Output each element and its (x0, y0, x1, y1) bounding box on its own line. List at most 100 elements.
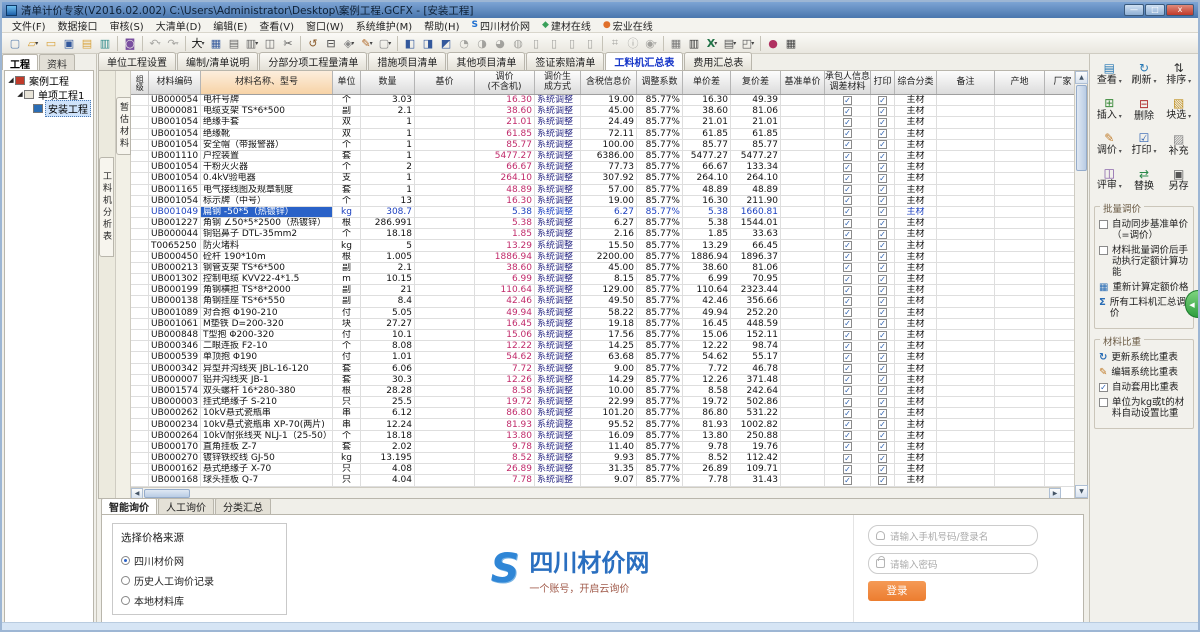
checkbox-print[interactable]: ✓ (878, 207, 887, 216)
cell-col8[interactable]: 24.49 (581, 117, 637, 127)
cell-col14[interactable]: ✓ (871, 263, 895, 273)
checkbox-contractor-adjust[interactable]: ✓ (843, 163, 852, 172)
horizontal-scroll-thumb[interactable] (144, 489, 190, 498)
cell-col18[interactable] (1045, 419, 1074, 429)
cell-col9[interactable]: 85.77% (637, 296, 683, 306)
minimize-button[interactable]: — (1124, 4, 1144, 16)
checkbox-print[interactable]: ✓ (878, 297, 887, 306)
cell-col15[interactable]: 主材 (895, 240, 937, 250)
cell-col9[interactable]: 85.77% (637, 252, 683, 262)
cell-col14[interactable]: ✓ (871, 252, 895, 262)
cell-col5[interactable] (415, 296, 475, 306)
cell-col3[interactable]: 串 (333, 408, 361, 418)
cell-col18[interactable] (1045, 308, 1074, 318)
cell-col16[interactable] (937, 442, 995, 452)
cell-col18[interactable] (1045, 274, 1074, 284)
cell-col11[interactable]: 98.74 (731, 341, 781, 351)
cell-col18[interactable] (1045, 240, 1074, 250)
cell-col18[interactable] (1045, 464, 1074, 474)
cell-col11[interactable]: 46.78 (731, 364, 781, 374)
cell-col11[interactable]: 242.64 (731, 386, 781, 396)
cell-col10[interactable]: 66.67 (683, 162, 731, 172)
cell-col5[interactable] (415, 285, 475, 295)
cell-col6[interactable]: 81.93 (475, 419, 535, 429)
cell-col11[interactable]: 55.17 (731, 352, 781, 362)
cell-col6[interactable]: 15.06 (475, 330, 535, 340)
cell-col1[interactable]: UB000003 (149, 397, 201, 407)
cell-col9[interactable]: 85.77% (637, 207, 683, 217)
checkbox-contractor-adjust[interactable]: ✓ (843, 263, 852, 272)
cell-col17[interactable] (995, 453, 1045, 463)
tab-编制/清单说明[interactable]: 编制/清单说明 (177, 52, 258, 70)
open-folder-icon[interactable]: ▱▾ (24, 35, 42, 52)
cell-col3[interactable]: 个 (333, 140, 361, 150)
cell-col16[interactable] (937, 431, 995, 441)
cell-col11[interactable]: 61.85 (731, 129, 781, 139)
cell-col10[interactable]: 8.58 (683, 386, 731, 396)
row-indicator-cell[interactable] (131, 375, 149, 385)
table-row[interactable]: UB00023410kV悬式瓷瓶串 XP-70(两片)串12.2481.93系统… (131, 419, 1074, 430)
cell-col12[interactable] (781, 319, 825, 329)
cell-col6[interactable]: 13.29 (475, 240, 535, 250)
cell-col15[interactable]: 主材 (895, 140, 937, 150)
checkbox-contractor-adjust[interactable]: ✓ (843, 342, 852, 351)
print-preview-icon[interactable]: ◰▾ (739, 35, 757, 52)
cell-col17[interactable] (995, 129, 1045, 139)
checkbox-contractor-adjust[interactable]: ✓ (843, 398, 852, 407)
tab-签证索赔清单[interactable]: 签证索赔清单 (526, 52, 604, 70)
row-indicator-cell[interactable] (131, 364, 149, 374)
cell-col17[interactable] (995, 419, 1045, 429)
cell-col4[interactable]: 10.15 (361, 274, 415, 284)
cell-col10[interactable]: 9.78 (683, 442, 731, 452)
row-indicator-cell[interactable] (131, 129, 149, 139)
checkbox-contractor-adjust[interactable]: ✓ (843, 219, 852, 228)
cell-col14[interactable]: ✓ (871, 207, 895, 217)
cell-col2[interactable]: 干粉灭火器 (201, 162, 333, 172)
cell-col14[interactable]: ✓ (871, 330, 895, 340)
cell-col15[interactable]: 主材 (895, 296, 937, 306)
cell-col1[interactable]: UB000262 (149, 408, 201, 418)
cell-col3[interactable]: 双 (333, 129, 361, 139)
删除-button[interactable]: ⊟删除 (1127, 93, 1162, 126)
row-indicator-cell[interactable] (131, 95, 149, 105)
cell-col10[interactable]: 7.78 (683, 475, 731, 485)
cell-col1[interactable]: UB000450 (149, 252, 201, 262)
cell-col5[interactable] (415, 442, 475, 452)
cell-col6[interactable]: 38.60 (475, 106, 535, 116)
login-button[interactable]: 登录 (868, 581, 926, 601)
cell-col8[interactable]: 77.73 (581, 162, 637, 172)
cell-col12[interactable] (781, 117, 825, 127)
cell-col14[interactable]: ✓ (871, 419, 895, 429)
screen-view-icon[interactable]: ▥ (685, 35, 703, 52)
cell-col5[interactable] (415, 117, 475, 127)
cell-col14[interactable]: ✓ (871, 397, 895, 407)
cell-col15[interactable]: 主材 (895, 397, 937, 407)
评审-button[interactable]: ◫评审 ▾ (1092, 163, 1127, 196)
table-row[interactable]: UB000003挂式绝缘子 S-210只25.519.72系统调整22.9985… (131, 397, 1074, 408)
cell-col16[interactable] (937, 341, 995, 351)
cell-col15[interactable]: 主材 (895, 419, 937, 429)
cell-col7[interactable]: 系统调整 (535, 207, 581, 217)
cell-col12[interactable] (781, 285, 825, 295)
cell-col12[interactable] (781, 252, 825, 262)
cell-col5[interactable] (415, 207, 475, 217)
cell-col7[interactable]: 系统调整 (535, 140, 581, 150)
checkbox-print[interactable]: ✓ (878, 140, 887, 149)
cell-col10[interactable]: 16.30 (683, 95, 731, 105)
checkbox-contractor-adjust[interactable]: ✓ (843, 364, 852, 373)
cell-col1[interactable]: UB000162 (149, 464, 201, 474)
cell-col7[interactable]: 系统调整 (535, 308, 581, 318)
cell-col7[interactable]: 系统调整 (535, 218, 581, 228)
cell-col12[interactable] (781, 375, 825, 385)
menu-item-9[interactable]: 帮助(H) (418, 18, 465, 33)
cell-col5[interactable] (415, 263, 475, 273)
cell-col14[interactable]: ✓ (871, 162, 895, 172)
cell-col1[interactable]: UB000848 (149, 330, 201, 340)
cell-col8[interactable]: 8.15 (581, 274, 637, 284)
cell-col7[interactable]: 系统调整 (535, 475, 581, 485)
cell-col4[interactable]: 4.08 (361, 464, 415, 474)
cell-col2[interactable]: 防火堵料 (201, 240, 333, 250)
cell-col4[interactable]: 1 (361, 151, 415, 161)
cell-col10[interactable]: 16.30 (683, 196, 731, 206)
checkbox-contractor-adjust[interactable]: ✓ (843, 442, 852, 451)
